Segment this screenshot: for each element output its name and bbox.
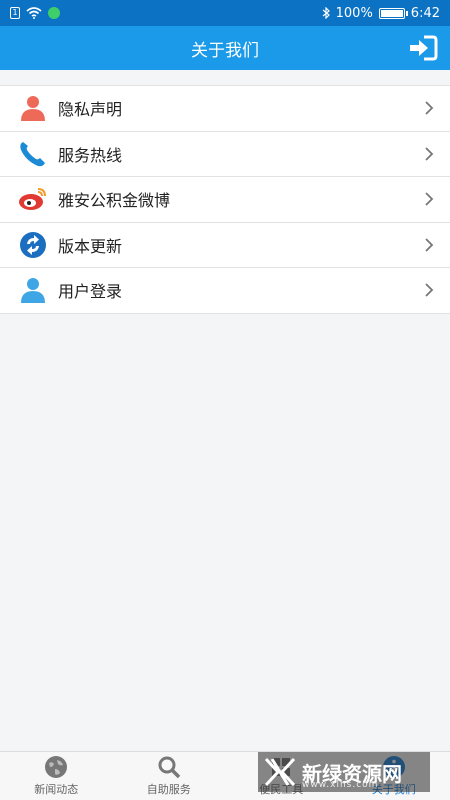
menu-item-label: 雅安公积金微博 (58, 191, 171, 211)
watermark-logo: 新绿资源网 www.xlhs.com (258, 752, 430, 792)
search-icon (158, 756, 180, 779)
menu-item-weibo[interactable]: 雅安公积金微博 (0, 177, 450, 223)
menu-item-privacy[interactable]: 隐私声明 (0, 86, 450, 132)
chevron-right-icon (425, 237, 434, 252)
menu-list: 隐私声明 服务热线 雅安公积金微博 版本更新 用户登录 (0, 85, 450, 314)
phone-icon (18, 139, 48, 169)
menu-item-label: 版本更新 (58, 236, 123, 256)
battery-icon (378, 7, 408, 19)
login-icon[interactable] (408, 34, 438, 62)
menu-item-hotline[interactable]: 服务热线 (0, 132, 450, 177)
menu-item-label: 服务热线 (58, 145, 123, 165)
battery-fill (380, 9, 403, 17)
wifi-icon (26, 7, 42, 19)
clock: 6:42 (410, 5, 440, 21)
chevron-right-icon (425, 192, 434, 206)
menu-item-update[interactable]: 版本更新 (0, 223, 450, 268)
watermark-mark-icon (264, 757, 296, 787)
globe-icon (45, 756, 68, 778)
chevron-right-icon (425, 283, 434, 297)
tab-label: 自助服务 (146, 783, 191, 796)
menu-item-login[interactable]: 用户登录 (0, 268, 450, 314)
bluetooth-icon (322, 7, 330, 19)
watermark-subtext: www.xlhs.com (302, 780, 379, 790)
tab-self-service[interactable]: 自助服务 (113, 752, 226, 800)
weibo-icon (18, 184, 48, 214)
page-title: 关于我们 (191, 40, 259, 61)
tab-label: 新闻动态 (34, 783, 79, 796)
refresh-icon (18, 230, 48, 260)
nav-bar: 关于我们 (0, 26, 450, 70)
battery-percentage: 100% (335, 5, 373, 21)
app-notification-icon (48, 7, 60, 19)
menu-item-label: 用户登录 (58, 282, 123, 302)
user-icon (18, 275, 48, 305)
menu-item-label: 隐私声明 (58, 100, 123, 120)
chevron-right-icon (425, 101, 434, 115)
tab-news[interactable]: 新闻动态 (0, 752, 113, 800)
person-icon (18, 93, 48, 123)
status-bar: 1 100% 6:42 (0, 0, 450, 26)
chevron-right-icon (425, 146, 434, 161)
sim-card-icon: 1 (10, 7, 20, 19)
